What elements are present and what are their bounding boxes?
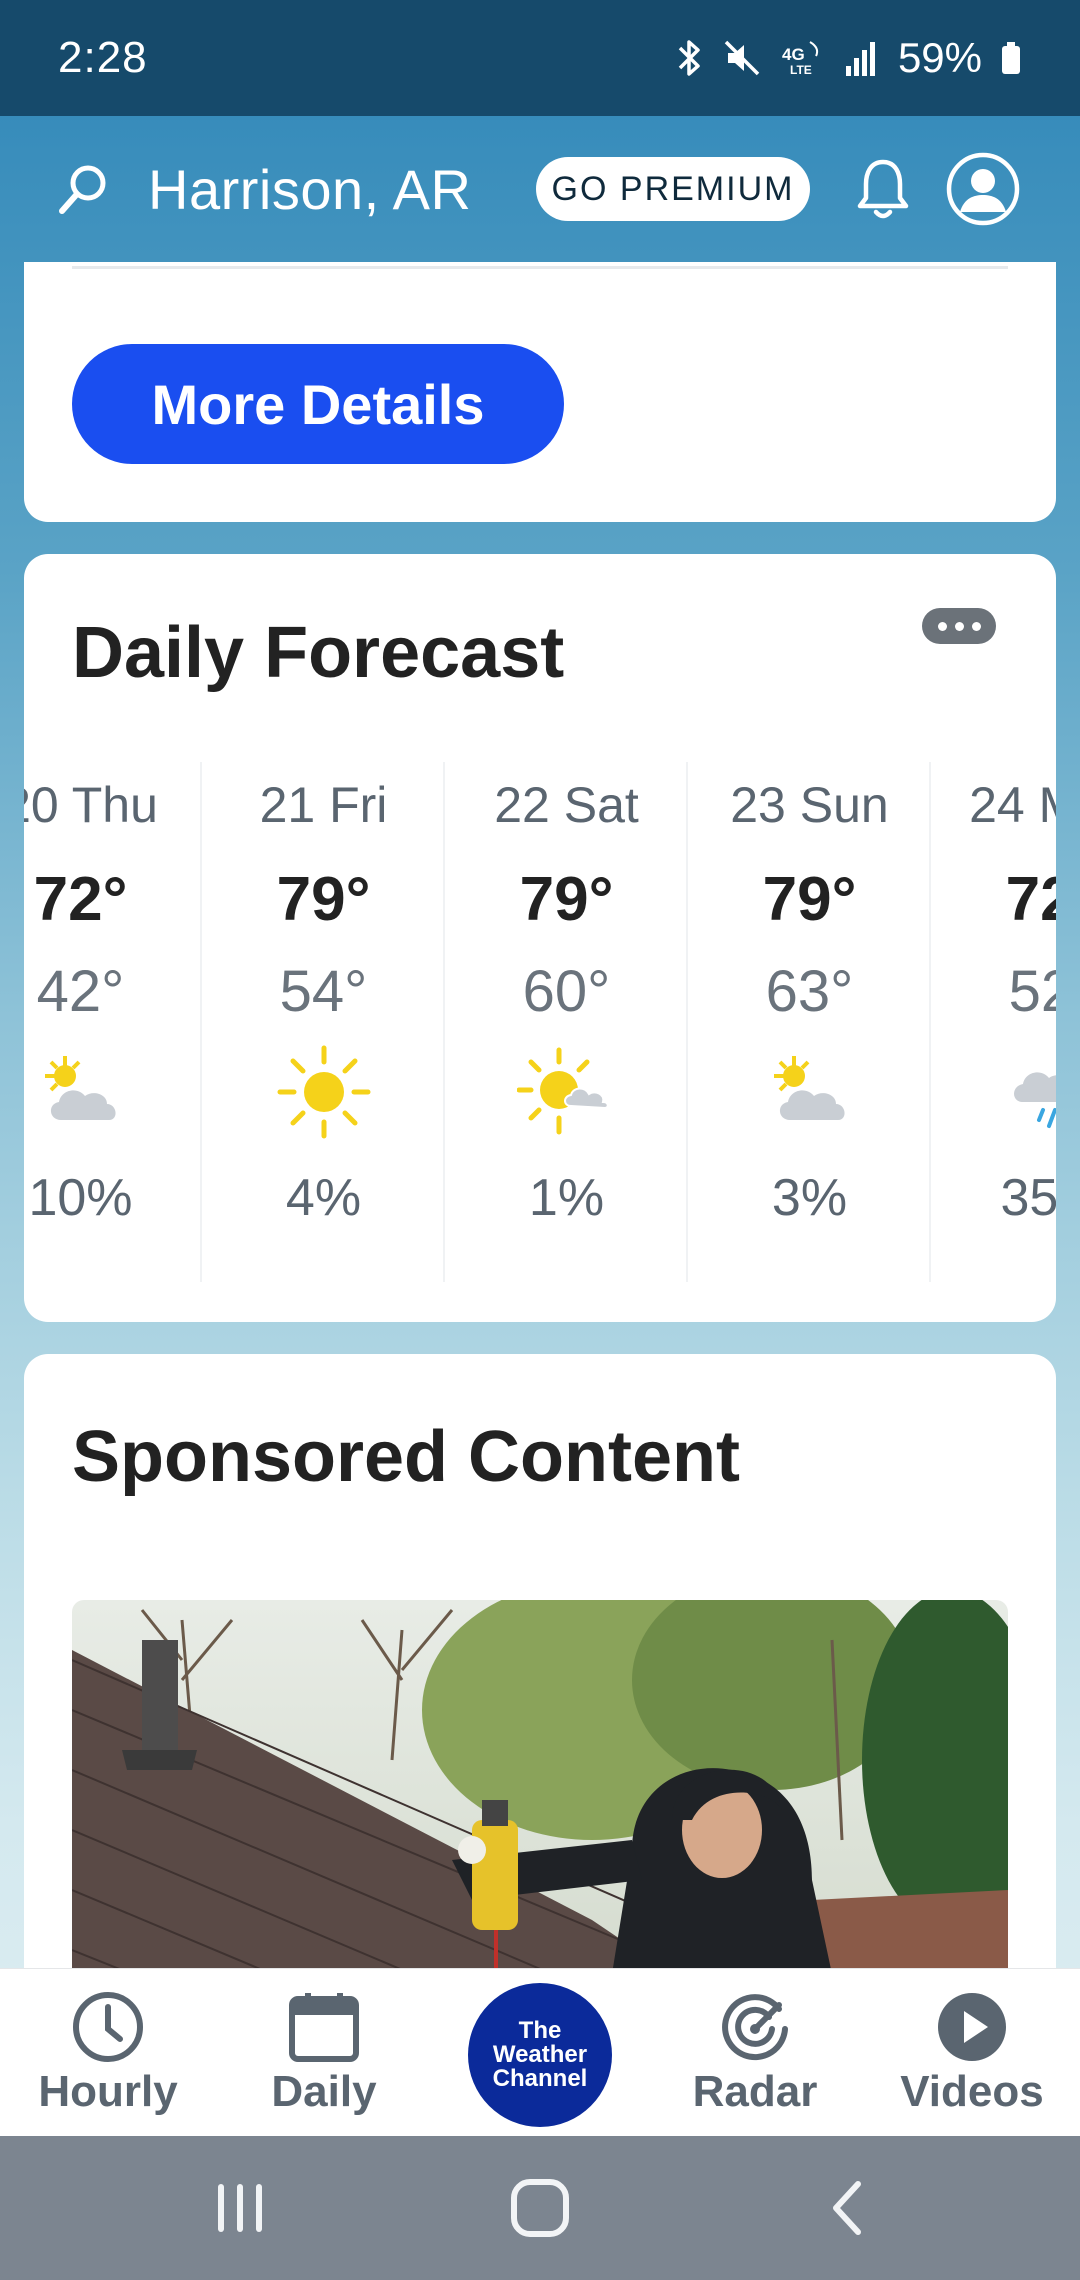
search-icon[interactable] <box>56 161 112 217</box>
daily-forecast-card: Daily Forecast 20 Thu 72° 42° 10% 21 Fri <box>24 554 1056 1322</box>
calendar-icon <box>289 1993 359 2062</box>
nav-label: Videos <box>900 2067 1044 2116</box>
day-column[interactable]: 24 Mon 72° 52° 35% <box>931 762 1056 1282</box>
bottom-navigation: Hourly Daily The Weather Channel Radar V… <box>0 1968 1080 2136</box>
day-label: 20 Thu <box>24 777 158 833</box>
daily-forecast-title: Daily Forecast <box>72 613 565 693</box>
battery-icon <box>1002 42 1020 74</box>
mute-icon <box>724 40 760 76</box>
divider <box>72 266 1008 269</box>
nav-hourly[interactable]: Hourly <box>8 1989 208 2129</box>
more-details-button[interactable]: More Details <box>72 344 564 464</box>
play-icon <box>938 1993 1006 2061</box>
cell-signal-icon <box>845 42 875 76</box>
day-high-temp: 72° <box>1005 865 1056 934</box>
account-icon[interactable] <box>946 152 1020 226</box>
location-title[interactable]: Harrison, AR <box>148 157 471 222</box>
day-column[interactable]: 22 Sat 79° 60° 1% <box>445 762 688 1282</box>
lte-signal-icon: 4G LTE <box>782 41 819 77</box>
logo-text: The <box>518 2017 562 2044</box>
nav-radar[interactable]: Radar <box>655 1989 855 2129</box>
home-icon[interactable] <box>508 2178 572 2238</box>
day-high-temp: 79° <box>762 865 857 934</box>
go-premium-button[interactable]: GO PREMIUM <box>536 157 810 221</box>
svg-text:4G: 4G <box>782 45 805 64</box>
logo-text: Channel <box>492 2065 588 2092</box>
day-precip: 3% <box>771 1169 848 1227</box>
status-time: 2:28 <box>58 33 148 82</box>
sunny-icon <box>277 1045 371 1139</box>
day-label: 24 Mon <box>969 777 1056 833</box>
day-precip: 35% <box>1000 1169 1056 1227</box>
status-bar: 2:28 4G LTE 59% <box>0 0 1080 116</box>
day-low-temp: 42° <box>36 959 125 1024</box>
day-label: 22 Sat <box>494 777 639 833</box>
rain-shower-icon <box>1014 1072 1056 1128</box>
nav-label: Daily <box>271 2067 377 2116</box>
status-icons: 4G LTE 59% <box>674 34 1022 82</box>
partly-cloudy-day-icon <box>774 1056 845 1120</box>
roof-photo <box>72 1600 1008 1974</box>
weather-channel-logo[interactable]: The Weather Channel <box>468 1983 612 2127</box>
day-column[interactable]: 23 Sun 79° 63° 3% <box>688 762 931 1282</box>
day-column[interactable]: 20 Thu 72° 42° 10% <box>24 762 202 1282</box>
daily-forecast-scroller[interactable]: 20 Thu 72° 42° 10% 21 Fri 79° 54° <box>24 762 1056 1282</box>
sponsored-image[interactable] <box>72 1600 1008 1974</box>
back-icon[interactable] <box>826 2178 870 2238</box>
nav-videos[interactable]: Videos <box>872 1989 1072 2129</box>
day-high-temp: 79° <box>276 865 371 934</box>
more-options-icon[interactable] <box>922 608 996 644</box>
day-precip: 4% <box>285 1169 362 1227</box>
day-low-temp: 52° <box>1008 959 1056 1024</box>
app-header: Harrison, AR GO PREMIUM <box>0 116 1080 262</box>
day-column[interactable]: 21 Fri 79° 54° 4% <box>202 762 445 1282</box>
nav-label: Radar <box>692 2067 818 2116</box>
recent-apps-icon[interactable] <box>212 2178 268 2238</box>
mostly-sunny-icon <box>517 1047 609 1135</box>
day-low-temp: 60° <box>522 959 611 1024</box>
day-high-temp: 72° <box>33 865 128 934</box>
bluetooth-icon <box>678 40 700 76</box>
day-precip: 1% <box>528 1169 605 1227</box>
partly-cloudy-day-icon <box>45 1056 116 1120</box>
nav-label: Hourly <box>38 2067 178 2116</box>
current-details-card: More Details <box>24 262 1056 522</box>
day-high-temp: 79° <box>519 865 614 934</box>
radar-icon <box>722 1994 788 2061</box>
svg-text:LTE: LTE <box>790 63 812 77</box>
day-label: 21 Fri <box>259 777 388 833</box>
day-low-temp: 63° <box>765 959 854 1024</box>
day-low-temp: 54° <box>279 959 368 1024</box>
system-navigation-bar <box>0 2136 1080 2280</box>
day-precip: 10% <box>28 1169 133 1227</box>
logo-text: Weather <box>492 2041 588 2068</box>
bell-icon[interactable] <box>852 156 914 222</box>
day-label: 23 Sun <box>730 777 889 833</box>
sponsored-content-card: Sponsored Content <box>24 1354 1056 1974</box>
nav-daily[interactable]: Daily <box>224 1989 424 2129</box>
battery-percent: 59% <box>897 34 982 81</box>
clock-icon <box>73 1992 143 2062</box>
sponsored-content-title: Sponsored Content <box>72 1417 740 1497</box>
